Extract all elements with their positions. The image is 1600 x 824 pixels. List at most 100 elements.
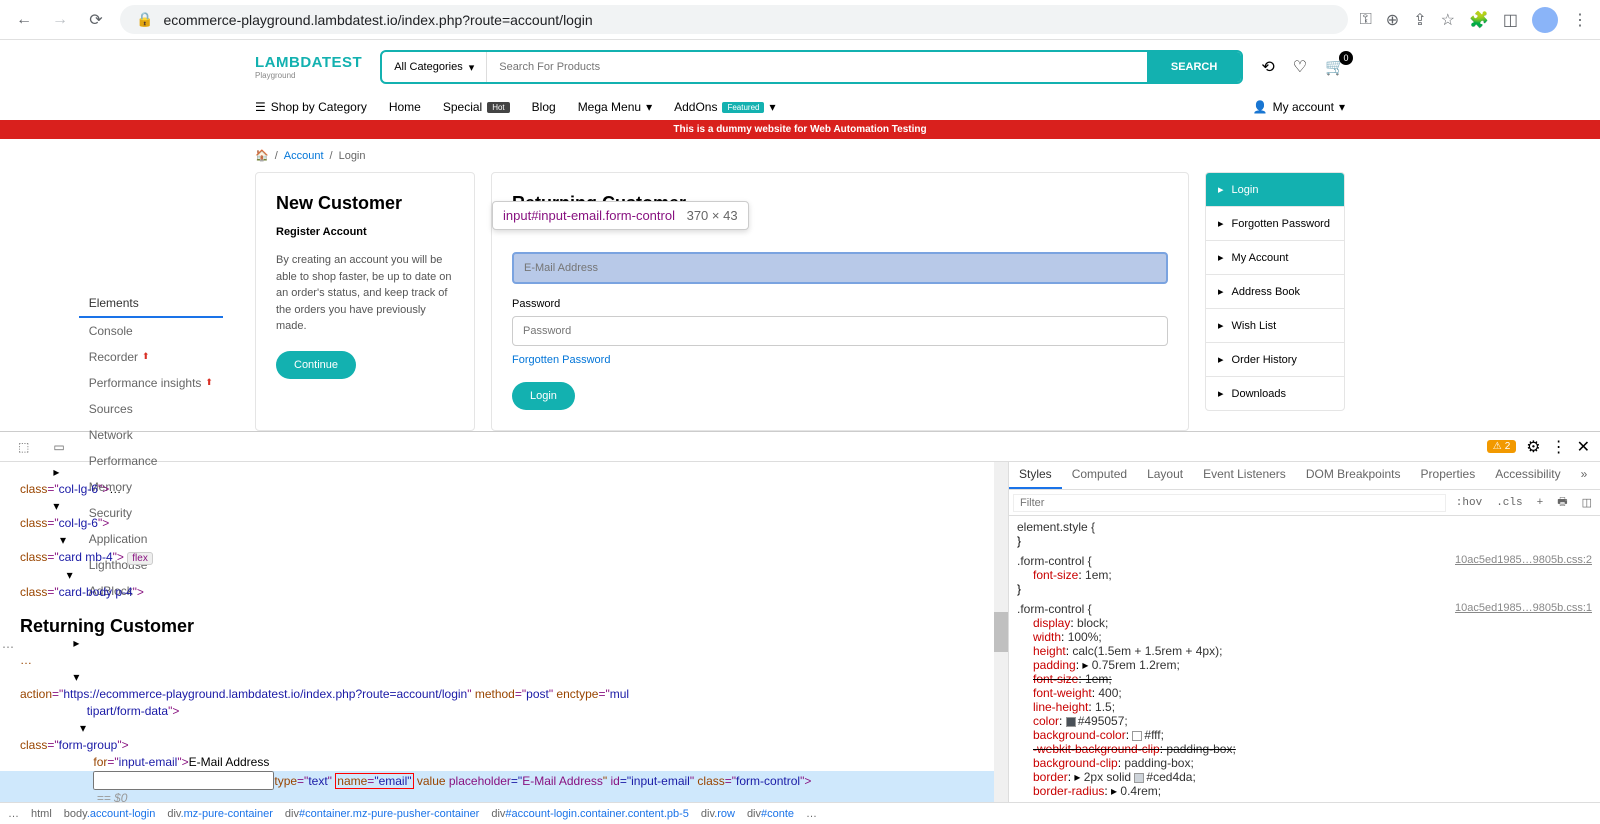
sidebar-icon: ▸ bbox=[1218, 285, 1224, 298]
continue-button[interactable]: Continue bbox=[276, 351, 356, 379]
styles-rules[interactable]: element.style { } 10ac5ed1985…9805b.css:… bbox=[1009, 516, 1600, 802]
devtools-tab-network[interactable]: Network bbox=[79, 422, 223, 448]
compare-icon[interactable]: ⟲ bbox=[1261, 57, 1274, 77]
devtools-tab-recorder[interactable]: Recorder⬆ bbox=[79, 344, 223, 370]
sidebar-item-wish-list[interactable]: ▸ Wish List bbox=[1206, 309, 1344, 343]
styles-tab-styles[interactable]: Styles bbox=[1009, 462, 1062, 489]
sidebar-item-login[interactable]: ▸ Login bbox=[1206, 173, 1344, 207]
avatar[interactable] bbox=[1532, 7, 1558, 33]
forward-button[interactable]: → bbox=[48, 8, 72, 32]
login-button[interactable]: Login bbox=[512, 382, 575, 410]
page-content: LAMBDATEST Playground All Categories ▾ S… bbox=[0, 40, 1600, 431]
category-select[interactable]: All Categories ▾ bbox=[382, 52, 487, 82]
search-button[interactable]: SEARCH bbox=[1147, 52, 1241, 82]
nav-special[interactable]: SpecialHot bbox=[443, 100, 510, 114]
styles-tab-properties[interactable]: Properties bbox=[1411, 462, 1486, 489]
computed-toggle-icon[interactable]: ◫ bbox=[1578, 494, 1596, 512]
breadcrumb-node[interactable]: div#conte bbox=[747, 808, 794, 820]
nav-my-account[interactable]: 👤 My account ▾ bbox=[1253, 100, 1345, 114]
content-row: New Customer Register Account By creatin… bbox=[255, 172, 1345, 431]
styles-tabs-more[interactable]: » bbox=[1571, 462, 1598, 489]
new-customer-title: New Customer bbox=[276, 193, 454, 214]
zoom-icon[interactable]: ⊕ bbox=[1386, 10, 1399, 30]
share-icon[interactable]: ⇪ bbox=[1413, 10, 1426, 30]
breadcrumb: 🏠 / Account / Login bbox=[255, 139, 1345, 172]
forgot-password-link[interactable]: Forgotten Password bbox=[512, 354, 610, 366]
styles-tab-layout[interactable]: Layout bbox=[1137, 462, 1193, 489]
styles-filter-row: :hov .cls + 🖶 ◫ bbox=[1009, 490, 1600, 516]
sidebar-icon: ▸ bbox=[1218, 353, 1224, 366]
styles-tab-event-listeners[interactable]: Event Listeners bbox=[1193, 462, 1296, 489]
site-header: LAMBDATEST Playground All Categories ▾ S… bbox=[255, 40, 1345, 94]
new-rule-icon[interactable]: + bbox=[1533, 495, 1548, 511]
styles-tab-accessibility[interactable]: Accessibility bbox=[1485, 462, 1570, 489]
sidebar-item-downloads[interactable]: ▸ Downloads bbox=[1206, 377, 1344, 410]
nav-home[interactable]: Home bbox=[389, 100, 421, 114]
header-icons: ⟲ ♡ 🛒0 bbox=[1261, 57, 1345, 77]
key-icon[interactable]: ⚿ bbox=[1360, 11, 1372, 29]
devtools-menu-icon[interactable]: ⋮ bbox=[1551, 437, 1567, 457]
logo[interactable]: LAMBDATEST Playground bbox=[255, 54, 362, 80]
devtools-tab-performance-insights[interactable]: Performance insights⬆ bbox=[79, 370, 223, 396]
email-field[interactable] bbox=[512, 252, 1168, 284]
breadcrumb-node[interactable]: div#container.mz-pure-pusher-container bbox=[285, 808, 479, 820]
inspect-tooltip: input#input-email.form-control 370 × 43 bbox=[492, 201, 749, 230]
cls-toggle[interactable]: .cls bbox=[1492, 495, 1526, 511]
cart-icon[interactable]: 🛒0 bbox=[1325, 57, 1345, 77]
menu-icon[interactable]: ⋮ bbox=[1572, 10, 1588, 30]
breadcrumb-node[interactable]: … bbox=[806, 808, 817, 820]
browser-toolbar: ← → ⟳ 🔒 ecommerce-playground.lambdatest.… bbox=[0, 0, 1600, 40]
breadcrumb-node[interactable]: div.mz-pure-container bbox=[167, 808, 273, 820]
chevron-down-icon: ▾ bbox=[469, 61, 475, 74]
url-bar[interactable]: 🔒 ecommerce-playground.lambdatest.io/ind… bbox=[120, 5, 1348, 34]
breadcrumb-node[interactable]: div#account-login.container.content.pb-5 bbox=[491, 808, 689, 820]
breadcrumb-login: Login bbox=[339, 150, 366, 162]
breadcrumb-node[interactable]: body.account-login bbox=[64, 808, 156, 820]
elements-scrollbar[interactable] bbox=[994, 462, 1008, 802]
elements-tree[interactable]: ⋯ ▸ class="col-lg-6">… ▾ class="col-lg-6… bbox=[0, 462, 1008, 802]
home-icon[interactable]: 🏠 bbox=[255, 149, 269, 162]
devtools-panel: ⬚ ▭ ElementsConsoleRecorder⬆Performance … bbox=[0, 431, 1600, 824]
sidebar-item-order-history[interactable]: ▸ Order History bbox=[1206, 343, 1344, 377]
breadcrumb-node[interactable]: … bbox=[8, 808, 19, 820]
close-icon[interactable]: ✕ bbox=[1577, 437, 1590, 457]
banner-notice: This is a dummy website for Web Automati… bbox=[0, 120, 1600, 139]
url-text: ecommerce-playground.lambdatest.io/index… bbox=[163, 12, 592, 28]
wishlist-icon[interactable]: ♡ bbox=[1293, 57, 1307, 77]
back-button[interactable]: ← bbox=[12, 8, 36, 32]
bookmark-icon[interactable]: ☆ bbox=[1441, 10, 1455, 30]
sidebar-item-forgotten-password[interactable]: ▸ Forgotten Password bbox=[1206, 207, 1344, 241]
nav-mega-menu[interactable]: Mega Menu ▾ bbox=[578, 100, 652, 114]
new-customer-subtitle: Register Account bbox=[276, 226, 454, 238]
sidepanel-icon[interactable]: ◫ bbox=[1503, 10, 1518, 30]
reload-button[interactable]: ⟳ bbox=[84, 8, 108, 32]
nav-bar: ☰ Shop by Category Home SpecialHot Blog … bbox=[255, 94, 1345, 120]
sidebar-icon: ▸ bbox=[1218, 387, 1224, 400]
hov-toggle[interactable]: :hov bbox=[1452, 495, 1486, 511]
sidebar-icon: ▸ bbox=[1218, 217, 1224, 230]
password-field[interactable] bbox=[512, 316, 1168, 346]
styles-filter-input[interactable] bbox=[1013, 494, 1446, 512]
devtools-tab-sources[interactable]: Sources bbox=[79, 396, 223, 422]
gear-icon[interactable]: ⚙ bbox=[1526, 437, 1540, 457]
print-icon[interactable]: 🖶 bbox=[1553, 491, 1571, 514]
nav-addons[interactable]: AddOnsFeatured ▾ bbox=[674, 100, 775, 114]
elements-breadcrumb[interactable]: … html body.account-login div.mz-pure-conta… bbox=[0, 802, 1600, 824]
sidebar-item-address-book[interactable]: ▸ Address Book bbox=[1206, 275, 1344, 309]
extensions-icon[interactable]: 🧩 bbox=[1469, 10, 1489, 30]
styles-tab-computed[interactable]: Computed bbox=[1062, 462, 1137, 489]
search-input[interactable] bbox=[487, 52, 1147, 82]
issues-badge[interactable]: ⚠ 2 bbox=[1487, 440, 1517, 453]
sidebar-icon: ▸ bbox=[1218, 183, 1224, 196]
styles-tab-dom-breakpoints[interactable]: DOM Breakpoints bbox=[1296, 462, 1411, 489]
devtools-tab-elements[interactable]: Elements bbox=[79, 290, 223, 318]
nav-blog[interactable]: Blog bbox=[532, 100, 556, 114]
sidebar-item-my-account[interactable]: ▸ My Account bbox=[1206, 241, 1344, 275]
breadcrumb-node[interactable]: html bbox=[31, 808, 52, 820]
breadcrumb-node[interactable]: div.row bbox=[701, 808, 735, 820]
lock-icon: 🔒 bbox=[136, 11, 153, 28]
nav-shop-category[interactable]: ☰ Shop by Category bbox=[255, 100, 367, 114]
devtools-tabs: ⬚ ▭ ElementsConsoleRecorder⬆Performance … bbox=[0, 432, 1600, 462]
devtools-tab-console[interactable]: Console bbox=[79, 318, 223, 344]
breadcrumb-account[interactable]: Account bbox=[284, 150, 324, 162]
